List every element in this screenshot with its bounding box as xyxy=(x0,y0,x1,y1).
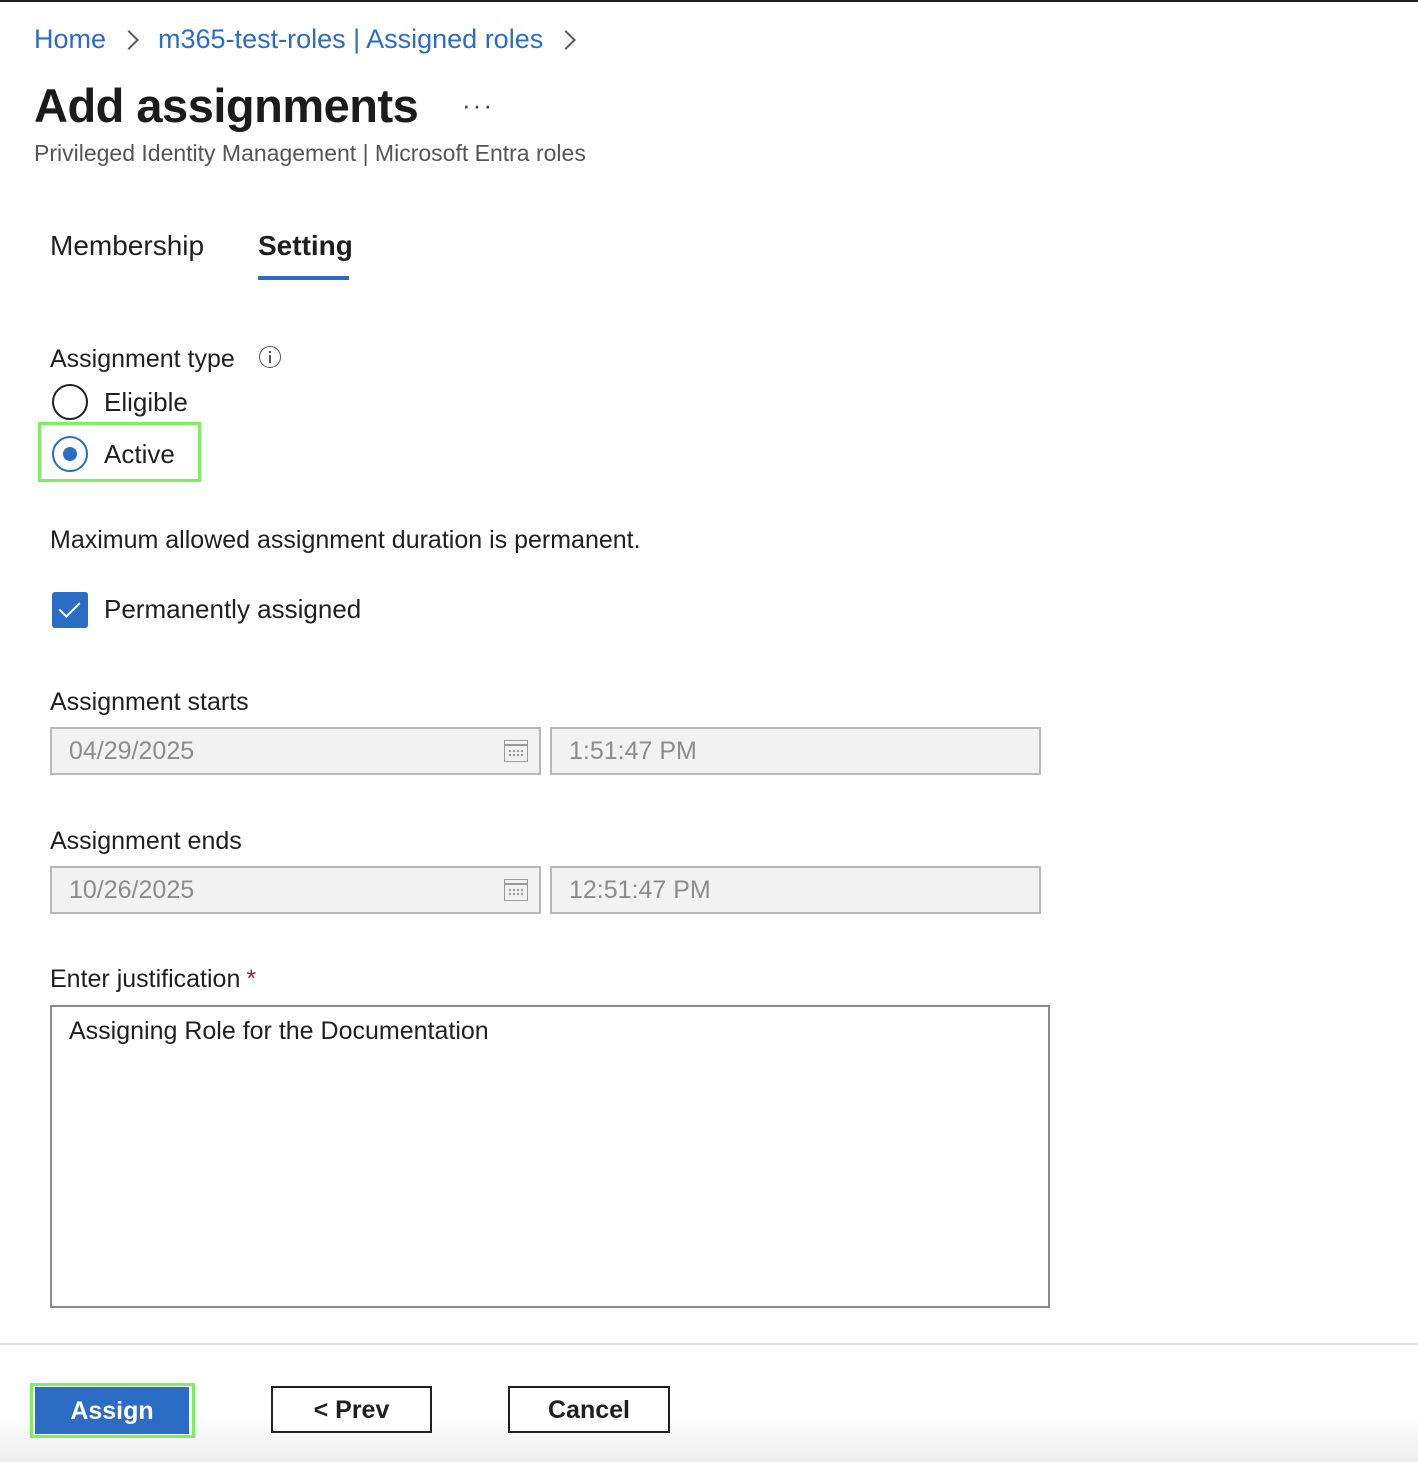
justification-textarea[interactable]: Assigning Role for the Documentation xyxy=(50,1005,1050,1308)
calendar-icon[interactable] xyxy=(504,879,528,901)
tab-membership[interactable]: Membership xyxy=(50,230,204,262)
radio-eligible[interactable] xyxy=(52,384,88,420)
breadcrumb-home-link[interactable]: Home xyxy=(34,24,106,55)
footer-bar xyxy=(0,1345,1418,1462)
justification-label-text: Enter justification xyxy=(50,965,241,993)
end-date-field[interactable]: 10/26/2025 xyxy=(50,866,541,914)
info-icon[interactable] xyxy=(259,346,281,368)
chevron-right-icon xyxy=(119,29,139,50)
assignment-starts-label: Assignment starts xyxy=(50,688,249,716)
highlight-box-active xyxy=(38,422,201,482)
breadcrumb-assigned-roles-link[interactable]: m365-test-roles | Assigned roles xyxy=(158,24,543,55)
end-time-field[interactable]: 12:51:47 PM xyxy=(550,866,1041,914)
end-time-value: 12:51:47 PM xyxy=(569,876,711,904)
prev-button[interactable]: < Prev xyxy=(271,1386,432,1433)
assignment-ends-label: Assignment ends xyxy=(50,827,242,855)
page-subtitle: Privileged Identity Management | Microso… xyxy=(34,140,586,166)
permanently-assigned-checkbox[interactable] xyxy=(52,592,88,628)
assign-button[interactable]: Assign xyxy=(35,1387,189,1434)
breadcrumb: Home m365-test-roles | Assigned roles xyxy=(34,24,595,55)
duration-note: Maximum allowed assignment duration is p… xyxy=(50,526,641,554)
start-time-value: 1:51:47 PM xyxy=(569,737,697,765)
tab-setting[interactable]: Setting xyxy=(258,230,353,262)
radio-eligible-label[interactable]: Eligible xyxy=(104,387,188,418)
permanently-assigned-label[interactable]: Permanently assigned xyxy=(104,594,361,625)
page-title: Add assignments xyxy=(34,79,419,132)
assignment-type-label: Assignment type xyxy=(50,345,235,373)
cancel-button[interactable]: Cancel xyxy=(508,1386,670,1433)
justification-label: Enter justification * xyxy=(50,965,256,994)
start-time-field[interactable]: 1:51:47 PM xyxy=(550,727,1041,775)
more-options-button[interactable]: ··· xyxy=(462,90,494,121)
chevron-right-icon xyxy=(556,29,577,50)
tab-selected-indicator xyxy=(258,276,349,280)
calendar-icon[interactable] xyxy=(504,740,528,762)
start-date-value: 04/29/2025 xyxy=(69,737,195,765)
required-asterisk: * xyxy=(246,965,257,993)
end-date-value: 10/26/2025 xyxy=(69,876,195,904)
start-date-field[interactable]: 04/29/2025 xyxy=(50,727,541,775)
